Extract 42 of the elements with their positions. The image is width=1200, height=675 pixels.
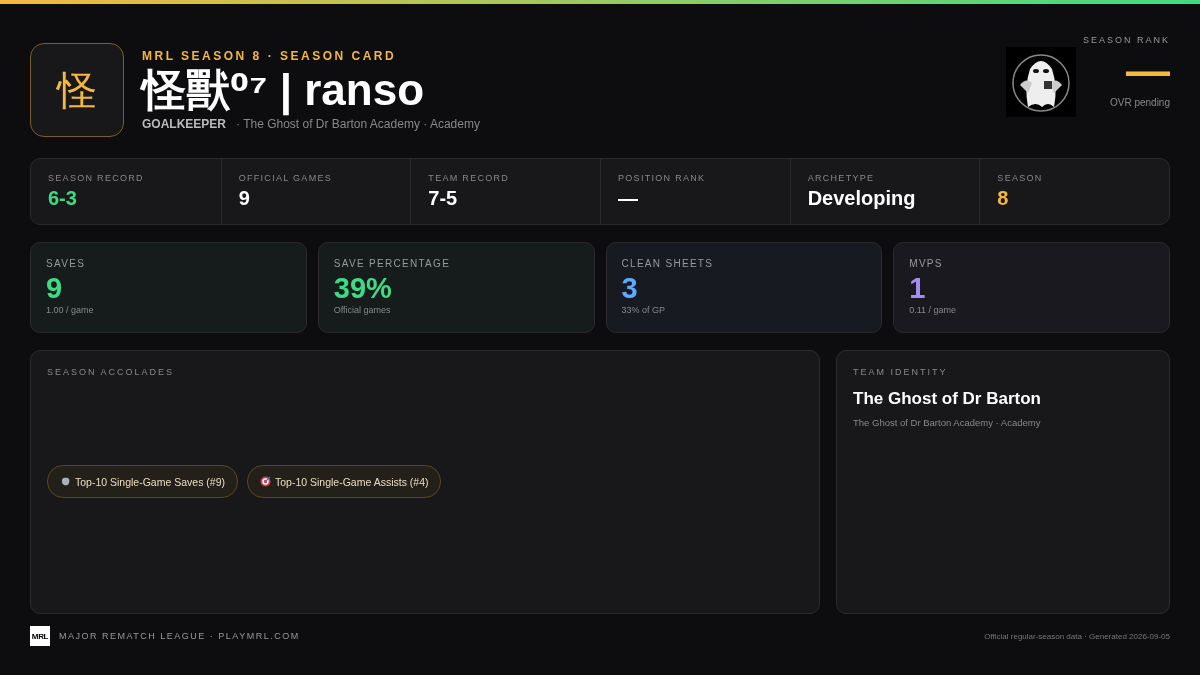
stat-label: CLEAN SHEETS	[621, 258, 715, 269]
info-value: 8	[997, 187, 1010, 210]
player-name: 怪獸⁰⁷ | ranso	[142, 64, 425, 117]
rank-value: —	[1126, 45, 1170, 97]
info-value: —	[618, 187, 639, 210]
accolade-text: Top-10 Single-Game Assists (#4)	[275, 475, 429, 488]
stat-value: 3	[621, 271, 639, 305]
footer-brand: MAJOR REMATCH LEAGUE · PLAYMRL.COM	[59, 631, 301, 641]
info-value: 6-3	[48, 187, 78, 210]
accolade-text: Top-10 Single-Game Saves (#9)	[75, 475, 225, 488]
stat-subtext: 33% of GP	[621, 305, 667, 315]
target-icon	[260, 476, 271, 487]
rank-label: SEASON RANK	[1082, 35, 1170, 45]
footer-note: Official regular-season data · Generated 2026-09-05	[984, 631, 1170, 641]
stat-label: MVPS	[909, 258, 944, 269]
stat-value: 9	[46, 271, 64, 305]
stat-subtext: 0.11 / game	[909, 305, 958, 315]
card-eyebrow: MRL SEASON 8 · SEASON CARD	[142, 49, 398, 63]
info-label: SEASON	[997, 173, 1044, 183]
info-value: Developing	[807, 187, 917, 210]
info-label: TEAM RECORD	[428, 173, 511, 183]
info-value: 7-5	[428, 187, 459, 210]
team-name: The Ghost of Dr Barton	[853, 389, 1042, 409]
panel-title: SEASON ACCOLADES	[47, 367, 176, 377]
stat-value: 39%	[333, 271, 393, 305]
player-position: GOALKEEPER	[142, 117, 226, 131]
panel-title: TEAM IDENTITY	[853, 367, 949, 377]
info-label: OFFICIAL GAMES	[238, 173, 334, 183]
team-line: · The Ghost of Dr Barton Academy · Academy	[236, 117, 480, 131]
avatar-glyph: 怪	[30, 43, 124, 137]
info-label: POSITION RANK	[618, 173, 707, 183]
stat-label: SAVES	[46, 258, 87, 269]
league-logo: MRL	[30, 626, 50, 646]
rank-note: OVR pending	[1109, 97, 1170, 108]
stat-label: SAVE PERCENTAGE	[333, 258, 452, 269]
info-label: ARCHETYPE	[807, 173, 876, 183]
stat-subtext: 1.00 / game	[46, 305, 95, 315]
team-subtitle: The Ghost of Dr Barton Academy · Academy	[853, 417, 1042, 428]
stat-subtext: Official games	[333, 305, 392, 315]
info-value: 9	[238, 187, 251, 210]
info-label: SEASON RECORD	[48, 173, 145, 183]
stat-value: 1	[909, 271, 927, 305]
